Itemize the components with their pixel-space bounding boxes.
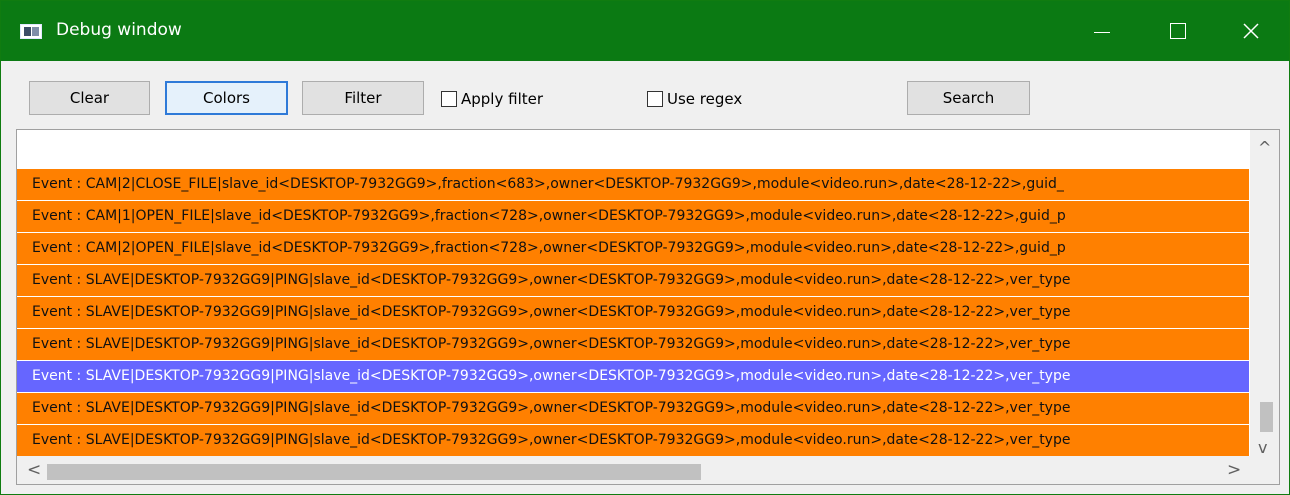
filter-button[interactable]: Filter: [302, 81, 424, 115]
close-button[interactable]: [1220, 1, 1282, 61]
icon-pane-right: [32, 27, 39, 36]
log-row[interactable]: Event : SLAVE|DESKTOP-7932GG9|PING|slave…: [17, 425, 1249, 456]
search-button[interactable]: Search: [907, 81, 1030, 115]
window-title: Debug window: [56, 20, 182, 40]
log-rows: Event : CAM|2|CLOSE_FILE|slave_id<DESKTO…: [17, 169, 1249, 457]
maximize-button[interactable]: [1147, 1, 1209, 61]
window-app-icon: [20, 24, 42, 39]
title-bar[interactable]: Debug window: [1, 1, 1289, 61]
apply-filter-checkbox[interactable]: Apply filter: [441, 89, 543, 109]
event-log-list[interactable]: Event : CAM|2|CLOSE_FILE|slave_id<DESKTO…: [16, 129, 1280, 485]
apply-filter-box[interactable]: [441, 91, 457, 107]
vertical-scrollbar[interactable]: ^ v: [1250, 130, 1279, 484]
scroll-up-icon[interactable]: ^: [1258, 140, 1271, 156]
maximize-icon: [1170, 23, 1186, 39]
icon-pane-left: [24, 27, 31, 36]
colors-button[interactable]: Colors: [165, 81, 288, 115]
log-row[interactable]: Event : SLAVE|DESKTOP-7932GG9|PING|slave…: [17, 265, 1249, 296]
vertical-scroll-thumb[interactable]: [1260, 402, 1273, 432]
log-row[interactable]: Event : CAM|1|OPEN_FILE|slave_id<DESKTOP…: [17, 201, 1249, 232]
scroll-right-icon[interactable]: >: [1227, 462, 1241, 479]
log-row[interactable]: Event : SLAVE|DESKTOP-7932GG9|PING|slave…: [17, 297, 1249, 328]
horizontal-scroll-thumb[interactable]: [47, 464, 701, 480]
scroll-left-icon[interactable]: <: [27, 462, 41, 479]
use-regex-box[interactable]: [647, 91, 663, 107]
log-row[interactable]: Event : CAM|2|OPEN_FILE|slave_id<DESKTOP…: [17, 233, 1249, 264]
toolbar: Clear Colors Filter Apply filter Use reg…: [1, 61, 1289, 129]
log-row[interactable]: Event : SLAVE|DESKTOP-7932GG9|PING|slave…: [17, 329, 1249, 360]
close-icon: [1243, 23, 1259, 39]
clear-button[interactable]: Clear: [29, 81, 150, 115]
horizontal-scrollbar[interactable]: < >: [17, 456, 1250, 484]
apply-filter-label: Apply filter: [461, 90, 544, 108]
minimize-icon: [1094, 31, 1110, 33]
scroll-down-icon[interactable]: v: [1258, 440, 1267, 456]
log-row-selected[interactable]: Event : SLAVE|DESKTOP-7932GG9|PING|slave…: [17, 361, 1249, 392]
use-regex-checkbox[interactable]: Use regex: [647, 89, 742, 109]
log-row[interactable]: Event : SLAVE|DESKTOP-7932GG9|PING|slave…: [17, 393, 1249, 424]
log-row[interactable]: Event : CAM|2|CLOSE_FILE|slave_id<DESKTO…: [17, 169, 1249, 200]
use-regex-label: Use regex: [667, 90, 743, 108]
debug-window: Debug window Clear Colors Filter Apply f…: [0, 0, 1290, 495]
minimize-button[interactable]: [1071, 1, 1133, 61]
